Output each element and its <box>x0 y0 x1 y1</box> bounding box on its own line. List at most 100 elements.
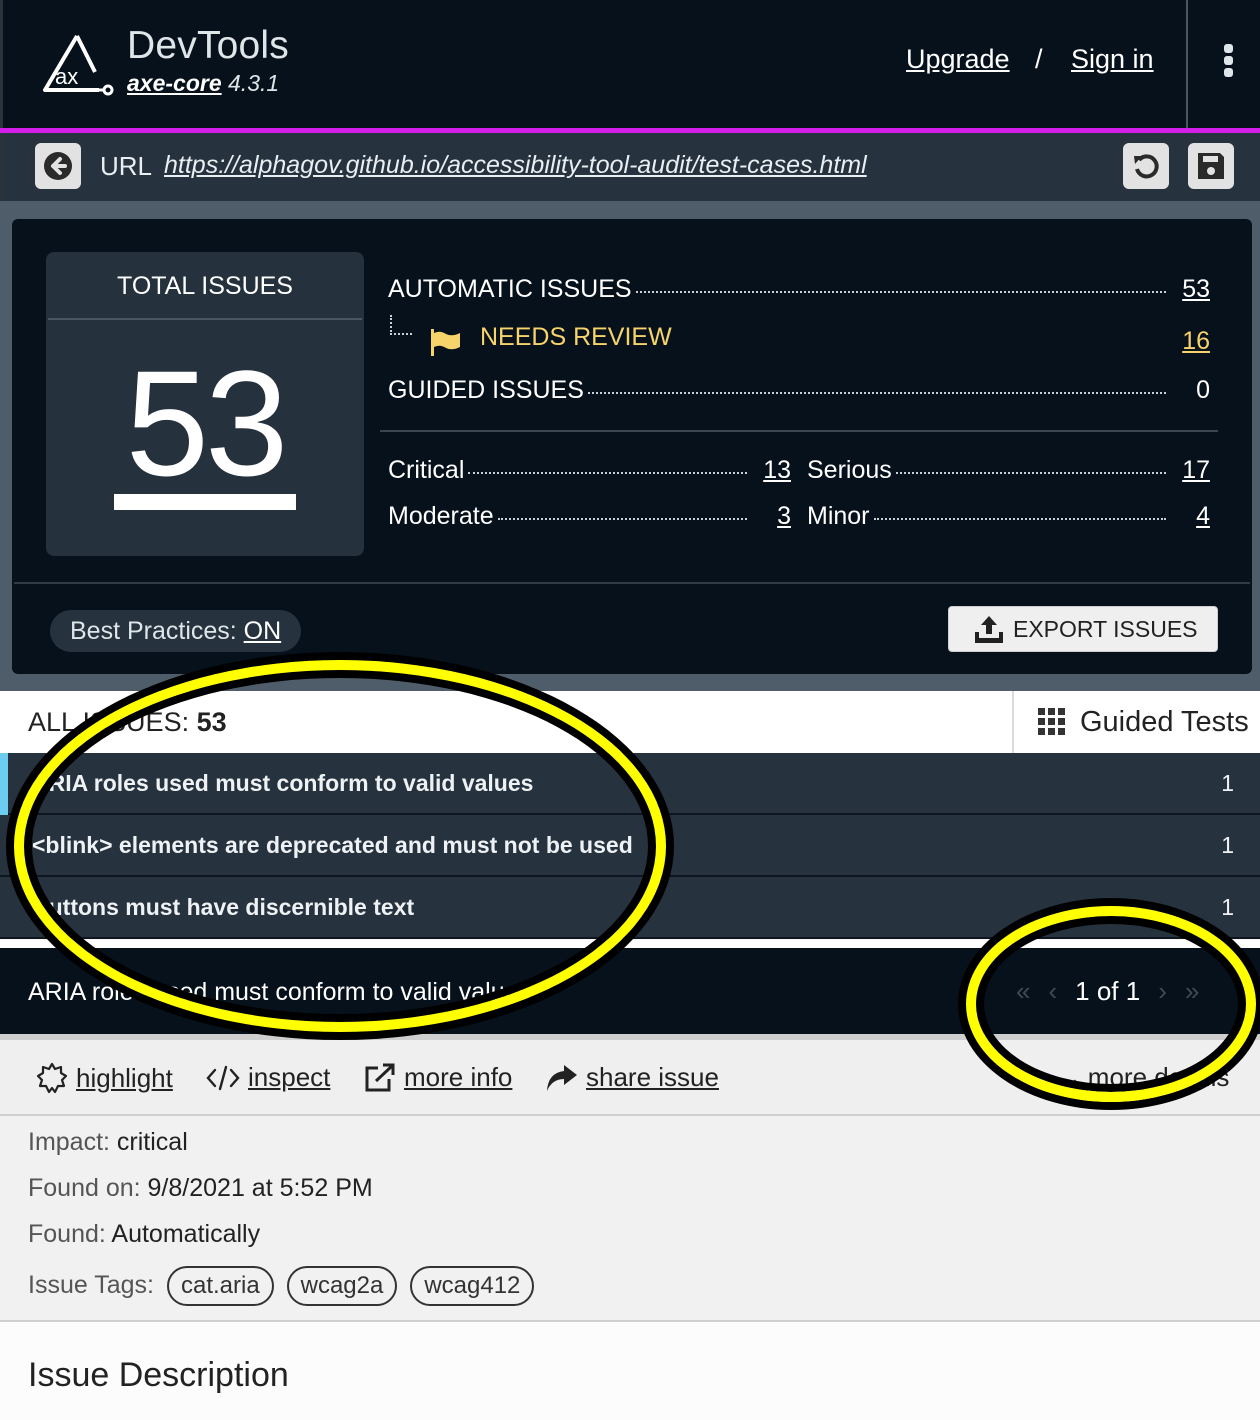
found-label: Found: <box>28 1220 112 1248</box>
page-url-link[interactable]: https://alphagov.github.io/accessibility… <box>164 151 867 180</box>
highlight-sun-icon <box>36 1062 68 1094</box>
issue-title: <blink> elements are deprecated and must… <box>32 832 633 858</box>
url-bar: URL https://alphagov.github.io/accessibi… <box>0 133 1260 201</box>
issue-tags-line: Issue Tags: cat.aria wcag2a wcag412 <box>28 1266 535 1306</box>
url-label: URL <box>100 151 153 181</box>
minor-label: Minor <box>807 502 870 530</box>
leader-dots <box>587 392 1166 394</box>
inspect-button[interactable]: inspect <box>206 1062 330 1093</box>
rescan-button[interactable] <box>1123 143 1169 189</box>
save-button[interactable] <box>1188 143 1234 189</box>
page-indicator: 1 of 1 <box>1075 976 1141 1006</box>
back-button[interactable] <box>35 143 81 189</box>
total-underline <box>114 494 296 510</box>
critical-count[interactable]: 13 <box>761 456 791 485</box>
serious-count[interactable]: 17 <box>1180 456 1210 485</box>
found-on-value: 9/8/2021 at 5:52 PM <box>147 1174 373 1202</box>
needs-review-row: NEEDS REVIEW 16 <box>388 315 1210 359</box>
issue-meta: Impact: critical Found on: 9/8/2021 at 5… <box>0 1116 1260 1322</box>
serious-label: Serious <box>807 456 892 484</box>
prev-page-button[interactable]: ‹ <box>1048 976 1057 1007</box>
app-title: DevTools <box>127 24 289 67</box>
axe-core-link[interactable]: axe-core <box>127 70 222 96</box>
code-icon <box>206 1065 240 1090</box>
summary-footer-divider <box>14 582 1250 584</box>
export-issues-button[interactable]: EXPORT ISSUES <box>948 606 1218 652</box>
all-issues-heading: ALL ISSUES: 53 <box>28 707 227 738</box>
first-page-button[interactable]: « <box>1016 976 1030 1007</box>
all-issues-label: ALL ISSUES: <box>28 707 197 737</box>
issue-tag: wcag412 <box>410 1266 535 1306</box>
found-value: Automatically <box>111 1220 261 1248</box>
critical-row: Critical 13 <box>388 456 791 485</box>
impact-value: critical <box>116 1128 188 1156</box>
needs-review-label: NEEDS REVIEW <box>480 323 672 351</box>
moderate-row: Moderate 3 <box>388 502 791 531</box>
best-practices-value: ON <box>243 617 282 645</box>
highlight-button[interactable]: highlight <box>36 1062 173 1094</box>
grid-icon <box>1038 708 1065 735</box>
impact-line: Impact: critical <box>28 1128 188 1157</box>
highlight-label: highlight <box>76 1062 173 1093</box>
floppy-disk-icon <box>1198 153 1224 179</box>
inspect-label: inspect <box>248 1062 331 1092</box>
issue-description-heading: Issue Description <box>28 1356 289 1394</box>
leader-dots <box>497 518 747 520</box>
guided-issues-count: 0 <box>1196 376 1210 404</box>
refresh-icon <box>1134 154 1159 179</box>
all-issues-count: 53 <box>196 707 227 737</box>
issue-count: 1 <box>1221 832 1234 858</box>
share-arrow-icon <box>547 1064 577 1091</box>
automatic-issues-count[interactable]: 53 <box>1180 275 1210 304</box>
app-header: ax DevTools axe-core 4.3.1 Upgrade / Sig… <box>0 0 1260 128</box>
automatic-issues-row: AUTOMATIC ISSUES 53 <box>388 275 1210 304</box>
upgrade-link[interactable]: Upgrade <box>906 44 1010 75</box>
last-page-button[interactable]: » <box>1185 976 1199 1007</box>
summary-section: TOTAL ISSUES 53 AUTOMATIC ISSUES 53 NEED… <box>0 201 1260 691</box>
moderate-label: Moderate <box>388 502 494 530</box>
found-line: Found: Automatically <box>28 1220 260 1249</box>
found-on-line: Found on: 9/8/2021 at 5:52 PM <box>28 1174 373 1203</box>
guided-issues-row: GUIDED ISSUES 0 <box>388 376 1210 405</box>
engine-version-number: 4.3.1 <box>228 70 280 96</box>
svg-text:ax: ax <box>55 64 78 89</box>
total-divider <box>48 318 362 320</box>
issue-tags-label: Issue Tags: <box>28 1271 155 1299</box>
needs-review-count[interactable]: 16 <box>1182 327 1210 356</box>
tree-branch <box>390 315 412 335</box>
issue-count: 1 <box>1221 894 1234 920</box>
minor-count[interactable]: 4 <box>1180 502 1210 531</box>
total-issues-card: TOTAL ISSUES 53 <box>46 252 364 556</box>
more-info-button[interactable]: more info <box>364 1062 512 1093</box>
share-issue-label: share issue <box>586 1062 719 1092</box>
issues-list: ARIA roles used must conform to valid va… <box>0 753 1260 939</box>
moderate-count[interactable]: 3 <box>761 502 791 531</box>
header-divider <box>1186 0 1188 128</box>
issue-detail-title: ARIA roles used must conform to valid va… <box>28 978 532 1006</box>
issue-description-section: Issue Description <box>0 1322 1260 1420</box>
issue-row[interactable]: <blink> elements are deprecated and must… <box>0 815 1260 877</box>
axe-logo-icon: ax <box>43 34 114 96</box>
guided-tests-tab[interactable]: Guided Tests <box>1012 691 1260 753</box>
more-details-toggle[interactable]: ⌄ more details <box>1060 1062 1229 1093</box>
next-page-button[interactable]: › <box>1158 976 1167 1007</box>
issue-row[interactable]: Buttons must have discernible text 1 <box>0 877 1260 939</box>
leader-dots <box>468 472 747 474</box>
total-issues-count[interactable]: 53 <box>46 348 364 498</box>
export-issues-label: EXPORT ISSUES <box>1013 615 1198 642</box>
guided-issues-label: GUIDED ISSUES <box>388 376 584 404</box>
impact-label: Impact: <box>28 1128 117 1156</box>
issue-pager: « ‹ 1 of 1 › » <box>1016 976 1199 1007</box>
issue-row[interactable]: ARIA roles used must conform to valid va… <box>0 753 1260 815</box>
best-practices-toggle[interactable]: Best Practices: ON <box>50 610 302 652</box>
best-practices-label: Best Practices: <box>70 617 244 645</box>
sign-in-link[interactable]: Sign in <box>1071 44 1154 75</box>
issue-detail-header: ARIA roles used must conform to valid va… <box>0 948 1260 1034</box>
critical-label: Critical <box>388 456 465 484</box>
issue-actions-bar: highlight inspect more info share issue … <box>0 1034 1260 1116</box>
export-upload-icon <box>975 616 1003 643</box>
share-issue-button[interactable]: share issue <box>544 1062 719 1093</box>
more-options-icon[interactable] <box>1221 44 1235 78</box>
chevron-down-icon: ⌄ <box>1060 1062 1082 1092</box>
automatic-issues-label: AUTOMATIC ISSUES <box>388 275 632 303</box>
